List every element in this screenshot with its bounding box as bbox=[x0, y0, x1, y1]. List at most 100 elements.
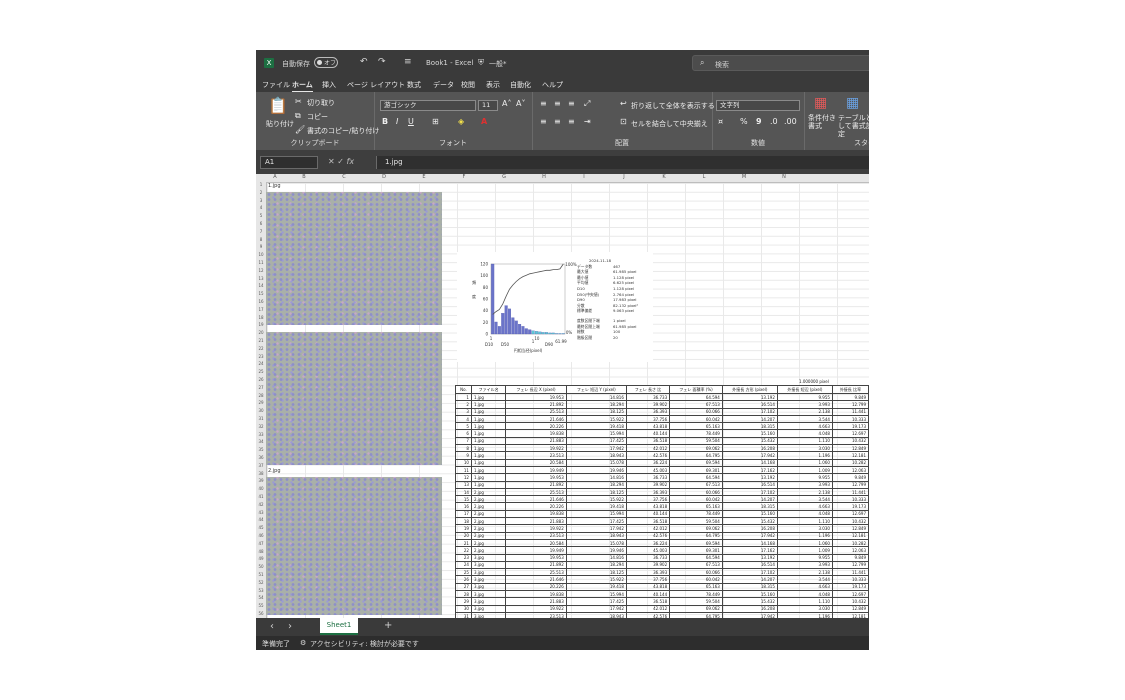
table-cell[interactable]: 21.646 bbox=[505, 575, 567, 584]
table-cell[interactable]: 3.993 bbox=[776, 480, 833, 489]
border-icon[interactable]: ⊞ bbox=[432, 117, 439, 126]
table-cell[interactable]: 25.513 bbox=[505, 487, 567, 497]
table-cell[interactable]: 12.063 bbox=[831, 546, 869, 555]
table-cell[interactable]: 1.jpg bbox=[470, 480, 507, 489]
table-cell[interactable]: 3.993 bbox=[776, 560, 833, 570]
table-cell[interactable]: 36.733 bbox=[625, 392, 671, 402]
table-cell[interactable]: 21.646 bbox=[505, 414, 567, 424]
row-header[interactable]: 3 bbox=[256, 198, 266, 203]
row-header[interactable]: 13 bbox=[256, 276, 266, 281]
table-cell[interactable]: 1.110 bbox=[776, 597, 833, 606]
row-header[interactable]: 30 bbox=[256, 408, 266, 413]
table-cell[interactable]: 10.432 bbox=[831, 597, 869, 606]
table-cell[interactable]: 14.816 bbox=[565, 392, 627, 402]
table-cell[interactable]: 39.902 bbox=[625, 560, 671, 570]
table-cell[interactable]: 36.224 bbox=[625, 458, 671, 467]
table-cell[interactable]: 36.518 bbox=[625, 517, 671, 526]
table-cell[interactable]: 19.953 bbox=[505, 553, 567, 562]
column-header[interactable]: B bbox=[284, 174, 324, 180]
table-cell[interactable]: 19.418 bbox=[565, 502, 627, 511]
row-header[interactable]: 46 bbox=[256, 533, 266, 538]
row-header[interactable]: 32 bbox=[256, 424, 266, 429]
histogram-chart[interactable]: 120 100 80 60 40 20 0 頻度 100% 0% 1 10 D10 D50 D90 1 61.9… bbox=[457, 252, 653, 362]
copy-icon[interactable]: ⧉ bbox=[295, 111, 301, 121]
table-cell[interactable]: 8 bbox=[455, 444, 472, 453]
comma-icon[interactable]: 9 bbox=[756, 117, 762, 126]
table-cell[interactable]: 20.226 bbox=[505, 582, 567, 592]
table-cell[interactable]: 21.883 bbox=[505, 597, 567, 606]
table-cell[interactable]: 2 bbox=[455, 400, 472, 409]
table-cell[interactable]: 16.514 bbox=[721, 560, 778, 570]
table-cell[interactable]: 20.226 bbox=[505, 422, 567, 431]
conditional-format-button[interactable]: 条件付き書式 bbox=[808, 114, 836, 130]
table-cell[interactable]: 12.063 bbox=[831, 465, 869, 475]
table-cell[interactable]: 13 bbox=[455, 480, 472, 489]
table-cell[interactable]: 15.078 bbox=[565, 458, 627, 467]
row-header[interactable]: 43 bbox=[256, 510, 266, 515]
table-cell[interactable]: 2.138 bbox=[776, 568, 833, 577]
table-cell[interactable]: 40.144 bbox=[625, 429, 671, 438]
table-cell[interactable]: 19.922 bbox=[505, 604, 567, 613]
table-cell[interactable]: 26 bbox=[455, 575, 472, 584]
table-cell[interactable]: 15.922 bbox=[565, 414, 627, 424]
table-cell[interactable]: 19.922 bbox=[505, 524, 567, 533]
table-cell[interactable]: 2.jpg bbox=[470, 531, 507, 540]
table-cell[interactable]: 45.003 bbox=[625, 465, 671, 475]
table-cell[interactable]: 27 bbox=[455, 582, 472, 592]
table-cell[interactable]: 16.208 bbox=[721, 444, 778, 453]
table-cell[interactable]: 20.584 bbox=[505, 458, 567, 467]
table-cell[interactable]: 2.jpg bbox=[470, 495, 507, 504]
table-cell[interactable]: 15.432 bbox=[721, 597, 778, 606]
menu-view[interactable]: 表示 bbox=[486, 80, 500, 90]
table-cell[interactable]: 1.jpg bbox=[470, 444, 507, 453]
table-cell[interactable]: 21 bbox=[455, 538, 472, 548]
table-cell[interactable]: 64.594 bbox=[669, 392, 723, 402]
table-cell[interactable]: 6 bbox=[455, 429, 472, 438]
table-cell[interactable]: 60.042 bbox=[669, 414, 723, 424]
paste-button[interactable]: 貼り付け bbox=[266, 119, 294, 129]
row-header[interactable]: 18 bbox=[256, 315, 266, 320]
table-cell[interactable]: 17.425 bbox=[565, 517, 627, 526]
row-header[interactable]: 22 bbox=[256, 346, 266, 351]
table-cell[interactable]: 1.jpg bbox=[470, 392, 507, 402]
name-box[interactable]: A1 bbox=[260, 156, 318, 169]
merge-center-button[interactable]: セルを結合して中央揃え bbox=[631, 119, 708, 129]
row-header[interactable]: 52 bbox=[256, 580, 266, 585]
row-header[interactable]: 31 bbox=[256, 416, 266, 421]
table-cell[interactable]: 23.513 bbox=[505, 451, 567, 460]
row-header[interactable]: 29 bbox=[256, 400, 266, 405]
underline-icon[interactable]: U bbox=[408, 117, 414, 126]
table-cell[interactable]: 3.030 bbox=[776, 444, 833, 453]
table-cell[interactable]: 15.994 bbox=[565, 429, 627, 438]
table-cell[interactable]: 19.838 bbox=[505, 509, 567, 519]
row-header[interactable]: 12 bbox=[256, 268, 266, 273]
grow-font-icon[interactable]: A˄ bbox=[502, 99, 511, 108]
table-cell[interactable]: 9.955 bbox=[776, 473, 833, 482]
table-cell[interactable]: 17.162 bbox=[721, 546, 778, 555]
sheet-tab-sheet1[interactable]: Sheet1 bbox=[320, 618, 358, 635]
table-cell[interactable]: 2.jpg bbox=[470, 517, 507, 526]
indent-icon[interactable]: ⇥ bbox=[584, 117, 591, 126]
table-cell[interactable]: 60.066 bbox=[669, 407, 723, 416]
shrink-font-icon[interactable]: A˅ bbox=[516, 99, 525, 108]
table-cell[interactable]: 19.173 bbox=[831, 422, 869, 431]
table-cell[interactable]: 15.160 bbox=[721, 429, 778, 438]
align-center-icon[interactable]: ≡ bbox=[554, 117, 561, 126]
table-cell[interactable]: 10.333 bbox=[831, 495, 869, 504]
table-cell[interactable]: 60.042 bbox=[669, 575, 723, 584]
table-cell[interactable]: 17.942 bbox=[721, 531, 778, 540]
row-header[interactable]: 24 bbox=[256, 361, 266, 366]
paste-icon[interactable]: 📋 bbox=[268, 96, 288, 115]
table-cell[interactable]: 21.646 bbox=[505, 495, 567, 504]
table-cell[interactable]: 25.513 bbox=[505, 568, 567, 577]
table-cell[interactable]: 9.849 bbox=[831, 553, 869, 562]
table-cell[interactable]: 18.294 bbox=[565, 480, 627, 489]
row-header[interactable]: 36 bbox=[256, 455, 266, 460]
table-cell[interactable]: 3.544 bbox=[776, 414, 833, 424]
row-header[interactable]: 34 bbox=[256, 439, 266, 444]
row-header[interactable]: 20 bbox=[256, 330, 266, 335]
table-cell[interactable]: 10.282 bbox=[831, 538, 869, 548]
table-cell[interactable]: 1.196 bbox=[776, 451, 833, 460]
table-cell[interactable]: 59.504 bbox=[669, 436, 723, 446]
add-sheet-button[interactable]: + bbox=[384, 620, 392, 631]
